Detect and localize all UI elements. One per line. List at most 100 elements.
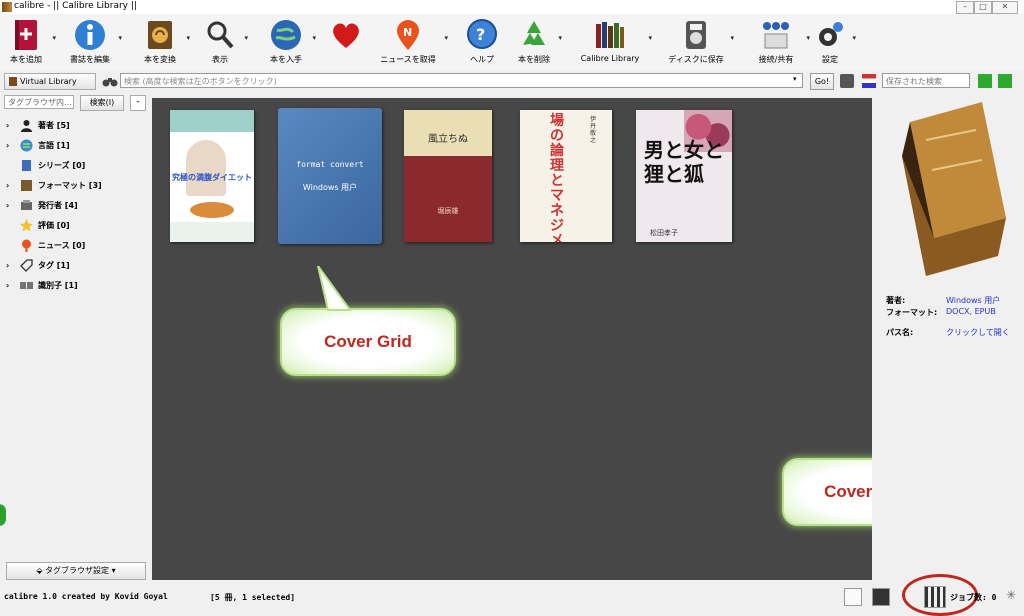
tag-node-news[interactable]: ニュース [0] [6,238,102,258]
help-button[interactable]: ? ヘルプ [462,16,502,70]
convert-books-button[interactable]: 本を変換 ▾ [138,16,190,70]
connect-share-button[interactable]: 接続/共有 ▾ [750,16,810,70]
title-bar: calibre - || Calibre Library || – □ ✕ [0,0,1024,14]
library-icon [593,18,627,52]
maximize-button[interactable]: □ [974,1,992,14]
tag-node-authors[interactable]: › 著者 [5] [6,118,102,138]
meta-row-formats: フォーマット: DOCX, EPUB [886,307,1016,327]
save-to-disk-button[interactable]: ディスクに保存 ▾ [666,16,734,70]
cover-title: 風立ちぬ [428,134,468,145]
cover-author: 伊丹敬之 [590,116,597,144]
meta-row-authors: 著者: Windows 用户 [886,295,1016,307]
get-books-button[interactable]: 本を入手 ▾ [264,16,316,70]
cover-title: 場の論理とマネジメント [550,113,564,243]
tag-browser-find-button[interactable]: 検索(I) [80,95,124,111]
tag-browser-settings-button[interactable]: ⬙ タグブラウザ設定 ▾ [6,562,146,580]
tag-node-formats[interactable]: › フォーマット [3] [6,178,102,198]
identifier-icon [20,279,33,292]
chevron-down-icon[interactable]: ▾ [852,34,856,42]
chevron-down-icon[interactable]: ▾ [244,34,248,42]
close-button[interactable]: ✕ [992,1,1018,14]
donate-button[interactable] [326,16,366,70]
book-cover-preview[interactable] [886,100,1014,276]
chevron-down-icon[interactable]: ▾ [730,34,734,42]
add-books-button[interactable]: 本を追加 ▾ [4,16,56,70]
tag-icon [20,259,33,272]
chevron-down-icon[interactable]: ▾ [52,34,56,42]
jobs-indicator[interactable]: ジョブ数: 0 [950,592,996,603]
remove-books-icon [517,18,551,52]
chevron-down-icon[interactable]: ▾ [648,34,652,42]
book-cover-1[interactable]: 究極の満腹ダイエット [170,110,254,242]
book-details-panel: 著者: Windows 用户 フォーマット: DOCX, EPUB パス名: クリック… [872,92,1024,580]
preferences-button[interactable]: 設定 ▾ [812,16,856,70]
save-to-disk-icon [679,18,713,52]
convert-book-icon [143,18,177,52]
fetch-news-button[interactable]: N ニュースを取得 ▾ [376,16,448,70]
tag-node-series[interactable]: シリーズ [0] [6,158,102,178]
expand-arrow-icon[interactable]: › [6,278,9,294]
cover-author: 松田孝子 [650,229,678,237]
book-metadata: 著者: Windows 用户 フォーマット: DOCX, EPUB パス名: クリック… [886,295,1016,339]
publisher-icon [20,199,33,212]
expand-arrow-icon[interactable]: › [6,198,9,214]
add-book-icon [9,18,43,52]
manage-saved-searches-icon[interactable] [998,74,1012,88]
format-icon [20,179,33,192]
edit-metadata-button[interactable]: 書誌を編集 ▾ [66,16,122,70]
chevron-down-icon[interactable]: ▾ [558,34,562,42]
search-history-dropdown-icon[interactable]: ▾ [793,75,797,83]
book-cover-3[interactable]: 風立ちぬ 堀辰雄 [404,110,492,242]
chevron-down-icon[interactable]: ▾ [444,34,448,42]
expand-arrow-icon[interactable]: › [6,138,9,154]
virtual-library-button[interactable]: Virtual Library [4,73,96,90]
expand-arrow-icon[interactable]: › [6,118,9,134]
chevron-down-icon[interactable]: ▾ [806,34,810,42]
tag-node-rating[interactable]: 評価 [0] [6,218,102,238]
tag-icon: ⬙ [36,566,46,575]
search-input[interactable]: 検索 (高度な検索は左のボタンをクリック) [120,73,803,88]
rating-icon [20,219,33,232]
collapse-button[interactable]: - [130,95,146,111]
chevron-down-icon[interactable]: ▾ [312,34,316,42]
book-details-toggle-icon[interactable] [872,588,890,606]
go-button[interactable]: Go! [810,73,834,90]
cover-author: Windows 用户 [302,183,358,192]
cover-title: 男と女と狸と狐 [644,138,724,186]
advanced-search-icon[interactable] [102,74,118,88]
get-books-icon [269,18,303,52]
series-icon [20,159,33,172]
book-cover-5[interactable]: 男と女と狸と狐 松田孝子 [636,110,732,242]
callout-pointer [317,266,352,311]
tag-node-publishers[interactable]: › 発行者 [4] [6,198,102,218]
author-link[interactable]: Windows 用户 [946,295,1018,306]
chevron-down-icon[interactable]: ▾ [186,34,190,42]
remove-books-button[interactable]: 本を削除 ▾ [514,16,562,70]
expand-arrow-icon[interactable]: › [6,258,9,274]
tag-node-identifiers[interactable]: › 識別子 [1] [6,278,102,298]
tag-browser-find-input[interactable]: タグブラウザ内... [4,95,74,109]
chevron-down-icon[interactable]: ▾ [118,34,122,42]
connect-share-icon [759,18,793,52]
save-search-icon[interactable] [978,74,992,88]
view-button[interactable]: 表示 ▾ [200,16,248,70]
tag-browser-toggle-icon[interactable] [844,588,862,606]
library-button[interactable]: Calibre Library ▾ [576,16,652,70]
expand-arrow-icon[interactable]: › [6,178,9,194]
status-version: calibre 1.0 created by Kovid Goyal [4,592,168,601]
search-bar: Virtual Library 検索 (高度な検索は左のボタンをクリック) ▾ … [0,70,1024,92]
highlight-toggle-icon[interactable] [862,74,876,88]
saved-searches-select[interactable]: 保存された検索 [882,73,970,88]
tag-node-languages[interactable]: › 言語 [1] [6,138,102,158]
svg-text:N: N [403,26,412,39]
clear-search-icon[interactable] [840,74,854,88]
minimize-button[interactable]: – [956,1,974,14]
cover-grid: 究極の満腹ダイエット format convert Windows 用户 風立ち… [152,98,872,580]
author-icon [20,119,33,132]
path-link[interactable]: クリックして開く [946,327,1018,338]
book-cover-2[interactable]: format convert Windows 用户 [278,108,382,244]
book-cover-4[interactable]: 場の論理とマネジメント 伊丹敬之 [520,110,612,242]
library-small-icon [9,77,17,86]
formats-link[interactable]: DOCX, EPUB [946,307,1018,316]
tag-node-tags[interactable]: › タグ [1] [6,258,102,278]
